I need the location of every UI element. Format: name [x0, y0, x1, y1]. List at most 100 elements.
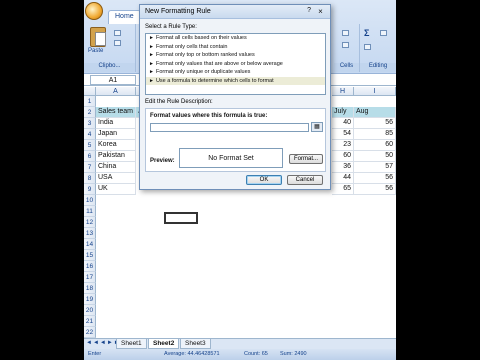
- table-cell[interactable]: UK: [96, 184, 136, 195]
- office-button[interactable]: [85, 2, 103, 20]
- formula-input[interactable]: [150, 123, 309, 132]
- list-item[interactable]: ► Format only top or bottom ranked values: [146, 51, 325, 60]
- row-header[interactable]: 6: [84, 151, 96, 162]
- table-cell[interactable]: 56: [354, 184, 396, 195]
- row-header[interactable]: 21: [84, 316, 96, 327]
- table-cell[interactable]: USA: [96, 173, 136, 184]
- range-select-icon[interactable]: ▦: [311, 122, 323, 132]
- editing-group: Σ Editing: [360, 24, 396, 72]
- column-header-h[interactable]: H: [332, 87, 354, 96]
- row-header[interactable]: 7: [84, 162, 96, 173]
- tab-home[interactable]: Home: [108, 10, 141, 24]
- cells-group-label: Cells: [334, 63, 359, 72]
- preview-label: Preview:: [150, 158, 175, 164]
- triangle-icon: ►: [149, 52, 154, 58]
- formula-caption: Format values where this formula is true…: [150, 113, 268, 119]
- table-cell[interactable]: 60: [332, 151, 354, 162]
- row-header[interactable]: 14: [84, 239, 96, 250]
- list-item[interactable]: ► Format all cells based on their values: [146, 34, 325, 43]
- table-cell[interactable]: 65: [332, 184, 354, 195]
- sort-filter-icon[interactable]: [380, 30, 387, 36]
- list-item[interactable]: ► Format only unique or duplicate values: [146, 68, 325, 77]
- row-header[interactable]: 13: [84, 228, 96, 239]
- table-header-cell[interactable]: Aug: [354, 107, 396, 118]
- row-header[interactable]: 2: [84, 107, 96, 118]
- row-header[interactable]: 20: [84, 305, 96, 316]
- close-icon[interactable]: ×: [314, 7, 327, 17]
- dialog-title: New Formatting Rule: [145, 8, 211, 15]
- triangle-icon: ►: [149, 60, 154, 67]
- name-box[interactable]: A1: [90, 75, 136, 85]
- table-cell[interactable]: 85: [354, 129, 396, 140]
- ok-button[interactable]: OK: [246, 175, 282, 185]
- table-cell[interactable]: 57: [354, 162, 396, 173]
- table-cell[interactable]: 56: [354, 173, 396, 184]
- clipboard-group: Paste Clipbo...: [84, 24, 136, 72]
- edit-rule-description-label: Edit the Rule Description:: [145, 99, 213, 105]
- cells-group: Cells: [334, 24, 360, 72]
- row-header[interactable]: 19: [84, 294, 96, 305]
- row-header[interactable]: 9: [84, 184, 96, 195]
- table-cell[interactable]: Japan: [96, 129, 136, 140]
- row-header[interactable]: 1: [84, 96, 96, 107]
- format-button[interactable]: Format...: [289, 154, 323, 164]
- table-cell[interactable]: 40: [332, 118, 354, 129]
- table-cell[interactable]: 36: [332, 162, 354, 173]
- insert-cells-icon[interactable]: [342, 30, 349, 36]
- dialog-title-bar[interactable]: New Formatting Rule ? ×: [140, 5, 330, 19]
- delete-cells-icon[interactable]: [342, 42, 349, 48]
- row-header[interactable]: 3: [84, 118, 96, 129]
- new-formatting-rule-dialog: New Formatting Rule ? × Select a Rule Ty…: [139, 4, 331, 190]
- selected-cell[interactable]: [164, 212, 198, 224]
- table-cell[interactable]: Pakistan: [96, 151, 136, 162]
- row-header[interactable]: 15: [84, 250, 96, 261]
- table-cell[interactable]: India: [96, 118, 136, 129]
- select-all-corner[interactable]: [84, 87, 96, 96]
- sheet-tab-sheet1[interactable]: Sheet1: [116, 339, 147, 349]
- list-item[interactable]: ► Format only values that are above or be…: [146, 60, 325, 69]
- sheet-tab-sheet3[interactable]: Sheet3: [180, 339, 211, 349]
- fill-icon[interactable]: [364, 44, 371, 50]
- table-cell[interactable]: China: [96, 162, 136, 173]
- table-cell[interactable]: Korea: [96, 140, 136, 151]
- copy-icon[interactable]: [114, 40, 121, 46]
- clipboard-group-label: Clipbo...: [84, 63, 135, 72]
- status-sum: Sum: 2490: [280, 351, 307, 357]
- row-header[interactable]: 17: [84, 272, 96, 283]
- row-header[interactable]: 10: [84, 195, 96, 206]
- table-cell[interactable]: 23: [332, 140, 354, 151]
- table-cell[interactable]: 54: [332, 129, 354, 140]
- rule-type-list[interactable]: ► Format all cells based on their values …: [145, 33, 326, 95]
- table-header-cell[interactable]: July: [332, 107, 354, 118]
- status-count: Count: 65: [244, 351, 268, 357]
- row-header[interactable]: 11: [84, 206, 96, 217]
- row-header[interactable]: 8: [84, 173, 96, 184]
- row-header[interactable]: 5: [84, 140, 96, 151]
- cancel-button[interactable]: Cancel: [287, 175, 323, 185]
- paste-icon[interactable]: [90, 27, 106, 47]
- row-header[interactable]: 18: [84, 283, 96, 294]
- rule-description-panel: Format values where this formula is true…: [145, 108, 326, 172]
- paste-button-label[interactable]: Paste: [88, 48, 103, 54]
- help-icon[interactable]: ?: [307, 7, 311, 14]
- ribbon-tabs: Home: [108, 10, 141, 24]
- row-header[interactable]: 4: [84, 129, 96, 140]
- row-header[interactable]: 12: [84, 217, 96, 228]
- list-item[interactable]: ► Format only cells that contain: [146, 43, 325, 52]
- table-cell[interactable]: 60: [354, 140, 396, 151]
- list-item-selected[interactable]: ► Use a formula to determine which cells …: [146, 76, 325, 85]
- column-header-i[interactable]: I: [354, 87, 396, 96]
- row-header[interactable]: 22: [84, 327, 96, 338]
- sheet-tab-sheet2[interactable]: Sheet2: [148, 339, 180, 349]
- table-cell[interactable]: 56: [354, 118, 396, 129]
- triangle-icon: ►: [149, 35, 154, 41]
- autosum-icon[interactable]: Σ: [364, 28, 369, 38]
- status-average: Average: 44.46428571: [164, 351, 220, 357]
- cut-icon[interactable]: [114, 30, 121, 36]
- row-header[interactable]: 16: [84, 261, 96, 272]
- table-header-cell[interactable]: Sales team: [96, 107, 136, 118]
- table-cell[interactable]: 44: [332, 173, 354, 184]
- triangle-icon: ►: [149, 77, 154, 84]
- column-header-a[interactable]: A: [96, 87, 136, 96]
- table-cell[interactable]: 50: [354, 151, 396, 162]
